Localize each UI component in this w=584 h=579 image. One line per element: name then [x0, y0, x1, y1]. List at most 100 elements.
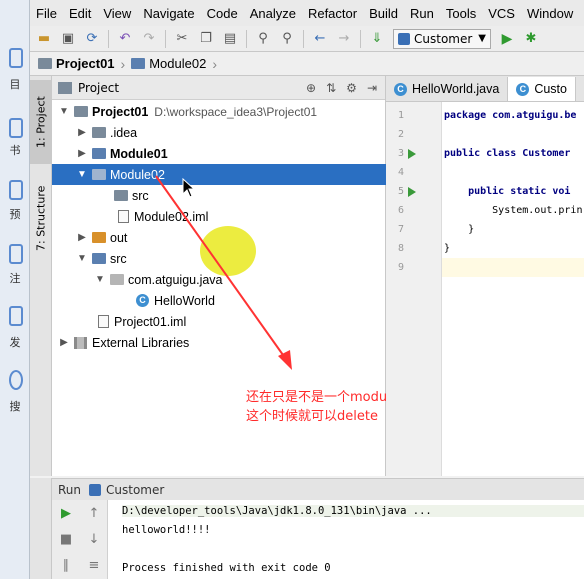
app-icon[interactable]: [9, 306, 23, 326]
folder-icon: [92, 169, 106, 180]
run-console[interactable]: D:\developer_tools\Java\jdk1.8.0_131\bin…: [108, 500, 584, 579]
breadcrumb-module[interactable]: Module02: [131, 56, 206, 71]
class-icon: C: [136, 294, 149, 307]
menu-file[interactable]: File: [36, 6, 57, 21]
code-line: package com.atguigu.be: [444, 110, 577, 121]
menu-refactor[interactable]: Refactor: [308, 6, 357, 21]
menu-analyze[interactable]: Analyze: [250, 6, 296, 21]
line-number: 6: [397, 205, 404, 216]
collapse-arrow-icon[interactable]: ▶: [76, 232, 88, 243]
tree-label: src: [110, 251, 127, 266]
menu-build[interactable]: Build: [369, 6, 398, 21]
folder-icon: [92, 127, 106, 138]
collapse-icon[interactable]: ⇅: [326, 81, 336, 95]
pause-icon[interactable]: ∥: [58, 558, 74, 574]
build-icon[interactable]: ⇓: [369, 31, 385, 47]
iml-file-icon: [98, 315, 109, 328]
menu-edit[interactable]: Edit: [69, 6, 91, 21]
collapse-arrow-icon[interactable]: ▶: [58, 337, 70, 348]
run-tab-label[interactable]: Run: [58, 483, 81, 497]
menu-navigate[interactable]: Navigate: [143, 6, 194, 21]
forward-icon[interactable]: →: [336, 31, 352, 47]
debug-icon[interactable]: ✱: [523, 31, 539, 47]
host-side-strip: 目 书 预 注 发 搜: [0, 0, 30, 579]
line-number: 4: [397, 167, 404, 178]
tree-row-idea[interactable]: ▶ .idea: [52, 122, 386, 143]
scroll-up-icon[interactable]: ↑: [86, 506, 102, 522]
app-icon[interactable]: [9, 48, 23, 68]
module-folder-icon: [92, 148, 106, 159]
panel-actions: ⊕ ⇅ ⚙ ⇥: [306, 81, 385, 95]
app-icon[interactable]: [9, 244, 23, 264]
chevron-down-icon: ▼: [478, 33, 486, 44]
copy-icon[interactable]: ❐: [198, 31, 214, 47]
toolbar-divider: [303, 29, 304, 48]
locate-icon[interactable]: ⊕: [306, 81, 316, 95]
expand-arrow-icon[interactable]: ▼: [76, 169, 88, 180]
editor-tab-bar: C HelloWorld.java C Custo: [386, 76, 584, 102]
toolbar-divider: [108, 29, 109, 48]
chevron-right-icon: ›: [120, 55, 126, 72]
hide-icon[interactable]: ⇥: [367, 81, 377, 95]
app-icon[interactable]: [9, 180, 23, 200]
run-toolbar: ▶ ↑ ■ ↓ ∥ ≡: [52, 500, 108, 579]
code-line: public class Customer: [444, 148, 571, 159]
scroll-down-icon[interactable]: ↓: [86, 532, 102, 548]
breadcrumb-project[interactable]: Project01: [38, 56, 115, 71]
run-panel-header: Run Customer: [52, 478, 584, 500]
editor-tab[interactable]: C HelloWorld.java: [386, 77, 509, 101]
save-icon[interactable]: ▣: [60, 31, 76, 47]
open-folder-icon[interactable]: ▬: [36, 31, 52, 47]
expand-arrow-icon[interactable]: ▼: [76, 253, 88, 264]
run-config-name: Customer: [106, 482, 165, 497]
tree-row-project[interactable]: ▼ Project01 D:\workspace_idea3\Project01: [52, 101, 386, 122]
menu-vcs[interactable]: VCS: [488, 6, 515, 21]
run-config-label: Customer: [414, 31, 473, 46]
expand-arrow-icon[interactable]: ▼: [58, 106, 70, 117]
cut-icon[interactable]: ✂: [174, 31, 190, 47]
run-icon[interactable]: ▶: [499, 31, 515, 47]
gear-icon[interactable]: ⚙: [346, 81, 357, 95]
toolbar-divider: [165, 29, 166, 48]
stop-icon[interactable]: ■: [58, 532, 74, 548]
menu-window[interactable]: Window: [527, 6, 573, 21]
menu-code[interactable]: Code: [207, 6, 238, 21]
menu-view[interactable]: View: [103, 6, 131, 21]
breadcrumb-project-label: Project01: [56, 56, 115, 71]
run-config-select[interactable]: Customer ▼: [393, 28, 491, 49]
run-gutter-icon[interactable]: [408, 187, 416, 197]
rerun-icon[interactable]: ▶: [58, 506, 74, 522]
collapse-arrow-icon[interactable]: ▶: [76, 127, 88, 138]
paste-icon[interactable]: ▤: [222, 31, 238, 47]
menu-tools[interactable]: Tools: [446, 6, 476, 21]
folder-icon: [114, 190, 128, 201]
app-icon[interactable]: [9, 118, 23, 138]
tree-row-module01[interactable]: ▶ Module01: [52, 143, 386, 164]
chevron-right-icon: ›: [212, 55, 217, 72]
tree-label: src: [132, 188, 149, 203]
editor-tab-active[interactable]: C Custo: [508, 77, 576, 101]
expand-arrow-icon[interactable]: ▼: [94, 274, 106, 285]
menu-bar: File Edit View Navigate Code Analyze Ref…: [30, 0, 584, 26]
collapse-arrow-icon[interactable]: ▶: [76, 148, 88, 159]
undo-icon[interactable]: ↶: [117, 31, 133, 47]
menu-run[interactable]: Run: [410, 6, 434, 21]
code-editor[interactable]: 1 2 3 4 5 6 7 8 9 package com.atguigu.be…: [386, 102, 584, 476]
back-icon[interactable]: ←: [312, 31, 328, 47]
run-config-icon: [89, 483, 102, 496]
tab-project[interactable]: 1: Project: [30, 80, 52, 164]
tree-label: .idea: [110, 125, 138, 140]
tab-structure[interactable]: 7: Structure: [30, 172, 52, 264]
find-icon[interactable]: ⚲: [255, 31, 271, 47]
package-icon: [110, 274, 124, 285]
line-number: 2: [397, 129, 404, 140]
run-gutter-icon[interactable]: [408, 149, 416, 159]
class-icon: C: [394, 82, 407, 96]
soft-wrap-icon[interactable]: ≡: [86, 558, 102, 574]
redo-icon[interactable]: ↷: [141, 31, 157, 47]
sync-icon[interactable]: ⟳: [84, 31, 100, 47]
tree-label: Module01: [110, 146, 168, 161]
app-icon[interactable]: [9, 370, 23, 390]
editor-tab-label: HelloWorld.java: [412, 82, 500, 96]
replace-icon[interactable]: ⚲: [279, 31, 295, 47]
